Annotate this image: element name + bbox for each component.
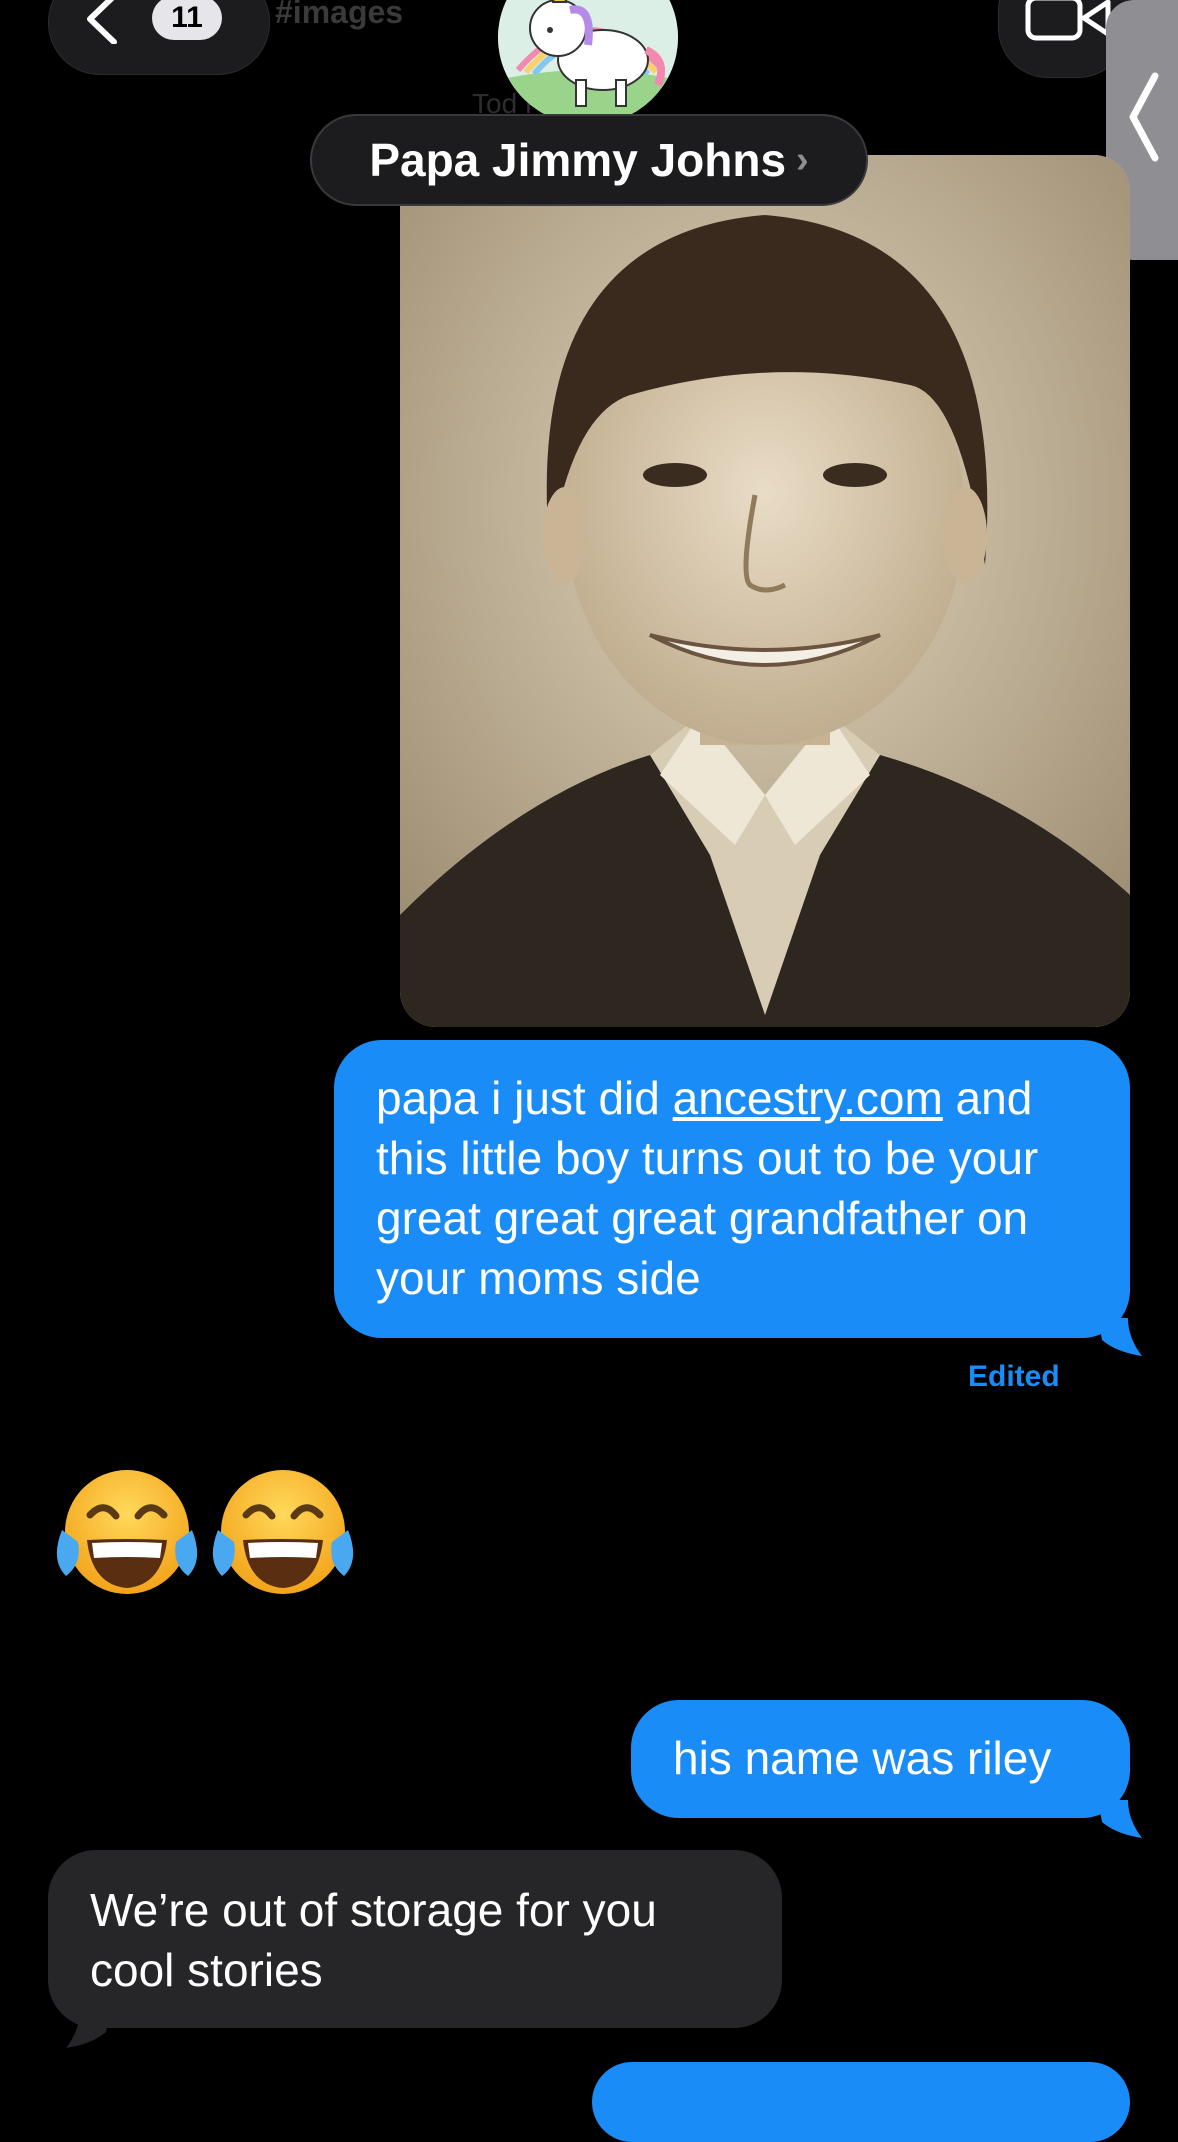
face-with-tears-of-joy-emoji[interactable] bbox=[52, 1460, 202, 1610]
bubble-tail bbox=[1098, 1800, 1142, 1838]
video-camera-icon[interactable] bbox=[1022, 0, 1112, 44]
chevron-left-icon bbox=[1129, 72, 1159, 162]
message-text: papa i just did bbox=[376, 1072, 673, 1124]
bubble-tail bbox=[1098, 1318, 1142, 1356]
outgoing-message-bubble[interactable]: papa i just did ancestry.com and this li… bbox=[334, 1040, 1130, 1338]
hashtag-images-label: #images bbox=[275, 0, 404, 30]
contact-name: Papa Jimmy Johns bbox=[369, 134, 787, 186]
outgoing-message-bubble[interactable]: his name was riley bbox=[631, 1700, 1130, 1818]
chevron-right-icon: › bbox=[796, 138, 809, 181]
message-text: his name was riley bbox=[673, 1732, 1052, 1784]
vintage-portrait-image bbox=[400, 155, 1130, 1027]
bubble-tail bbox=[66, 2010, 110, 2048]
ancestry-link[interactable]: ancestry.com bbox=[673, 1072, 943, 1124]
chevron-left-icon[interactable] bbox=[82, 0, 122, 44]
contact-name-button[interactable]: Papa Jimmy Johns › bbox=[310, 114, 868, 206]
face-with-tears-of-joy-emoji[interactable] bbox=[208, 1460, 358, 1610]
message-text: We’re out of storage for you cool storie… bbox=[90, 1884, 657, 1996]
incoming-message-bubble[interactable]: We’re out of storage for you cool storie… bbox=[48, 1850, 782, 2028]
unread-count-badge: 11 bbox=[152, 0, 222, 40]
edited-label: Edited bbox=[968, 1360, 1060, 1393]
photo-message[interactable] bbox=[400, 155, 1130, 1027]
outgoing-message-bubble[interactable] bbox=[592, 2062, 1130, 2142]
